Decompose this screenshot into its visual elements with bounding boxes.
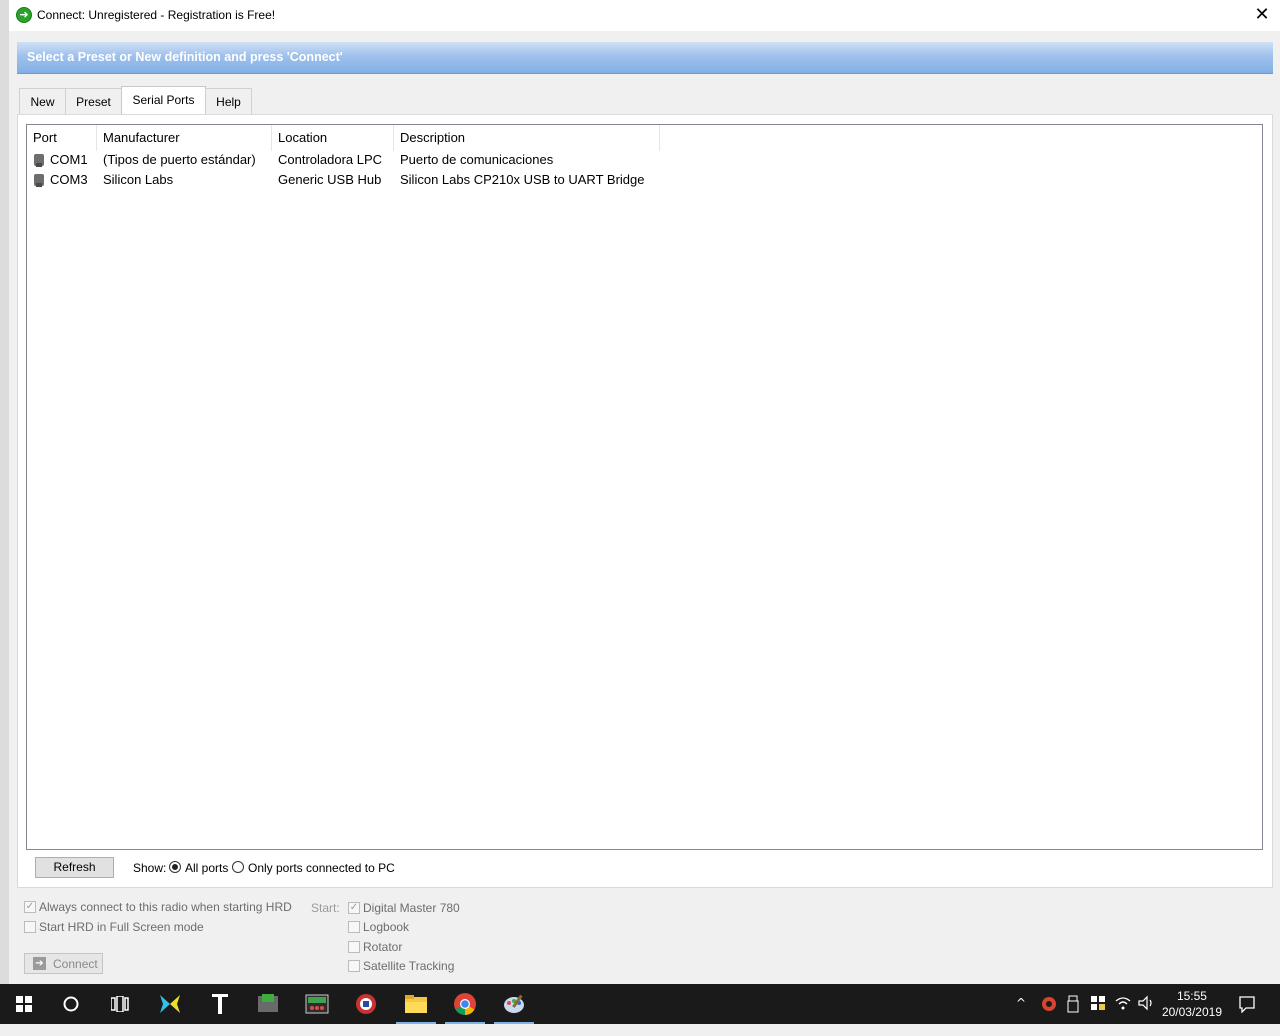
windows-start-icon[interactable]	[16, 996, 32, 1012]
wifi-icon[interactable]	[1114, 995, 1132, 1011]
taskbar: ^ 15:55 20/03/2019	[0, 984, 1280, 1024]
chrome-icon	[454, 993, 476, 1015]
cell-manufacturer: Silicon Labs	[103, 172, 174, 187]
column-header-port[interactable]: Port	[27, 125, 97, 151]
all-ports-label[interactable]: All ports	[185, 861, 228, 875]
connect-button-label: Connect	[53, 957, 98, 971]
cell-location: Controladora LPC	[278, 152, 383, 167]
cell-description: Puerto de comunicaciones	[400, 152, 554, 167]
connect-arrow-icon: ➜	[16, 7, 32, 23]
cell-location: Generic USB Hub	[278, 172, 382, 187]
connect-button[interactable]: ➔ Connect	[24, 953, 103, 974]
show-hidden-icons-chevron-up-icon[interactable]: ^	[1016, 996, 1026, 1036]
palette-icon	[504, 994, 524, 1013]
taskbar-clock[interactable]: 15:55 20/03/2019	[1162, 988, 1222, 1020]
logbook-checkbox[interactable]	[348, 921, 360, 933]
tab-serial-ports[interactable]: Serial Ports	[121, 86, 206, 115]
column-header-manufacturer[interactable]: Manufacturer	[97, 125, 272, 151]
serial-ports-panel: Port Manufacturer Location Description C…	[17, 114, 1273, 888]
satellite-tracking-label[interactable]: Satellite Tracking	[363, 959, 454, 973]
compass-app-icon[interactable]	[354, 992, 378, 1016]
folder-icon	[405, 995, 427, 1013]
rotator-checkbox[interactable]	[348, 941, 360, 953]
column-header-description[interactable]: Description	[394, 125, 660, 151]
cell-manufacturer: (Tipos de puerto estándar)	[103, 152, 256, 167]
volume-icon[interactable]	[1137, 995, 1155, 1011]
chrome-taskbar-button[interactable]	[441, 984, 489, 1024]
instruction-banner: Select a Preset or New definition and pr…	[17, 42, 1273, 74]
serial-port-icon	[34, 154, 44, 167]
banner-text: Select a Preset or New definition and pr…	[27, 50, 343, 64]
title-bar: ➜ Connect: Unregistered - Registration i…	[9, 0, 1280, 31]
ports-list[interactable]: Port Manufacturer Location Description C…	[26, 124, 1263, 850]
rotator-label[interactable]: Rotator	[363, 940, 402, 954]
tab-new[interactable]: New	[19, 88, 66, 114]
all-ports-radio[interactable]	[169, 861, 181, 873]
butterfly-app-icon[interactable]	[158, 992, 182, 1016]
tab-preset[interactable]: Preset	[65, 88, 122, 114]
serial-port-icon	[34, 174, 44, 187]
table-row[interactable]: COM1 (Tipos de puerto estándar) Controla…	[27, 150, 727, 170]
ccleaner-tray-icon[interactable]	[1040, 995, 1058, 1013]
digital-master-label[interactable]: Digital Master 780	[363, 901, 460, 915]
digital-master-checkbox[interactable]: ✓	[348, 902, 360, 914]
file-explorer-taskbar-button[interactable]	[392, 984, 440, 1024]
logbook-label[interactable]: Logbook	[363, 920, 409, 934]
table-row[interactable]: COM3 Silicon Labs Generic USB Hub Silico…	[27, 170, 727, 190]
only-connected-label[interactable]: Only ports connected to PC	[248, 861, 395, 875]
usb-drive-tray-icon[interactable]	[1066, 995, 1080, 1013]
full-screen-checkbox[interactable]	[24, 921, 36, 933]
always-connect-checkbox[interactable]: ✓	[24, 901, 36, 913]
action-center-icon[interactable]	[1238, 995, 1256, 1013]
column-header-location[interactable]: Location	[272, 125, 394, 151]
radio-display-app-icon[interactable]	[305, 992, 329, 1016]
cell-port: COM3	[50, 172, 88, 187]
windows-update-tray-icon[interactable]	[1090, 995, 1106, 1011]
search-circle-icon[interactable]	[63, 996, 79, 1012]
always-connect-label[interactable]: Always connect to this radio when starti…	[39, 900, 292, 914]
window-title: Connect: Unregistered - Registration is …	[37, 8, 276, 22]
satellite-tracking-checkbox[interactable]	[348, 960, 360, 972]
ports-controls: Refresh Show: All ports Only ports conne…	[26, 853, 1266, 883]
connect-window: ➜ Connect: Unregistered - Registration i…	[9, 0, 1280, 984]
network-app-icon[interactable]	[256, 992, 280, 1016]
clock-date: 20/03/2019	[1161, 1005, 1222, 1019]
paint-taskbar-button[interactable]	[490, 984, 538, 1024]
cell-port: COM1	[50, 152, 88, 167]
only-connected-radio[interactable]	[232, 861, 244, 873]
start-label: Start:	[311, 901, 340, 915]
full-screen-label[interactable]: Start HRD in Full Screen mode	[39, 920, 204, 934]
tower-app-icon[interactable]	[208, 992, 232, 1016]
cell-description: Silicon Labs CP210x USB to UART Bridge	[400, 172, 645, 187]
arrow-right-icon: ➔	[33, 957, 46, 970]
task-view-icon[interactable]	[111, 996, 129, 1012]
close-button[interactable]: ✕	[1244, 0, 1280, 31]
clock-time: 15:55	[1176, 989, 1207, 1003]
tab-help[interactable]: Help	[205, 88, 252, 114]
show-label: Show:	[133, 861, 167, 875]
refresh-button[interactable]: Refresh	[35, 857, 114, 878]
list-header: Port Manufacturer Location Description	[27, 125, 1262, 151]
